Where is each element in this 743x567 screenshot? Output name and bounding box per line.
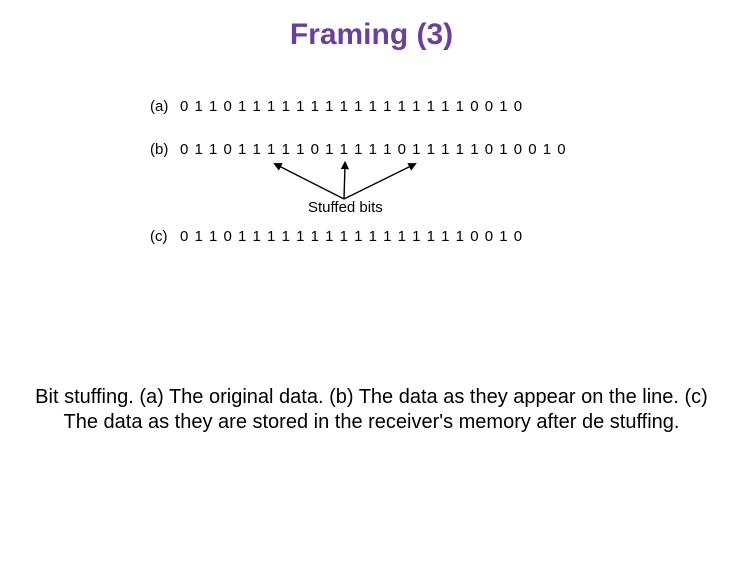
caption-a-text: The original data. <box>164 386 329 408</box>
row-b: (b) 0 1 1 0 1 1 1 1 1 0 1 1 1 1 1 0 1 1 … <box>150 141 610 158</box>
stuffed-arrows-icon <box>214 159 474 203</box>
page-title: Framing (3) <box>0 18 743 52</box>
caption-c-ref: (c) <box>685 386 708 408</box>
stuffed-bits-label: Stuffed bits <box>308 199 383 216</box>
row-a: (a) 0 1 1 0 1 1 1 1 1 1 1 1 1 1 1 1 1 1 … <box>150 98 610 115</box>
caption-prefix: Bit stuffing. <box>35 386 139 408</box>
row-c-bits: 0 1 1 0 1 1 1 1 1 1 1 1 1 1 1 1 1 1 1 1 … <box>180 228 523 245</box>
row-a-bits: 0 1 1 0 1 1 1 1 1 1 1 1 1 1 1 1 1 1 1 1 … <box>180 98 523 115</box>
caption-b-text: The data as they appear on the line. <box>354 386 685 408</box>
row-a-label: (a) <box>150 98 180 115</box>
caption-b-ref: (b) <box>329 386 353 408</box>
caption: Bit stuffing. (a) The original data. (b)… <box>20 385 723 435</box>
caption-a-ref: (a) <box>139 386 163 408</box>
row-c: (c) 0 1 1 0 1 1 1 1 1 1 1 1 1 1 1 1 1 1 … <box>150 228 610 245</box>
slide: Framing (3) (a) 0 1 1 0 1 1 1 1 1 1 1 1 … <box>0 0 743 567</box>
row-b-bits: 0 1 1 0 1 1 1 1 1 0 1 1 1 1 1 0 1 1 1 1 … <box>180 141 567 158</box>
row-c-label: (c) <box>150 228 180 245</box>
caption-c-text: The data as they are stored in the recei… <box>64 411 680 433</box>
bit-stuffing-diagram: (a) 0 1 1 0 1 1 1 1 1 1 1 1 1 1 1 1 1 1 … <box>150 98 610 271</box>
row-b-label: (b) <box>150 141 180 158</box>
